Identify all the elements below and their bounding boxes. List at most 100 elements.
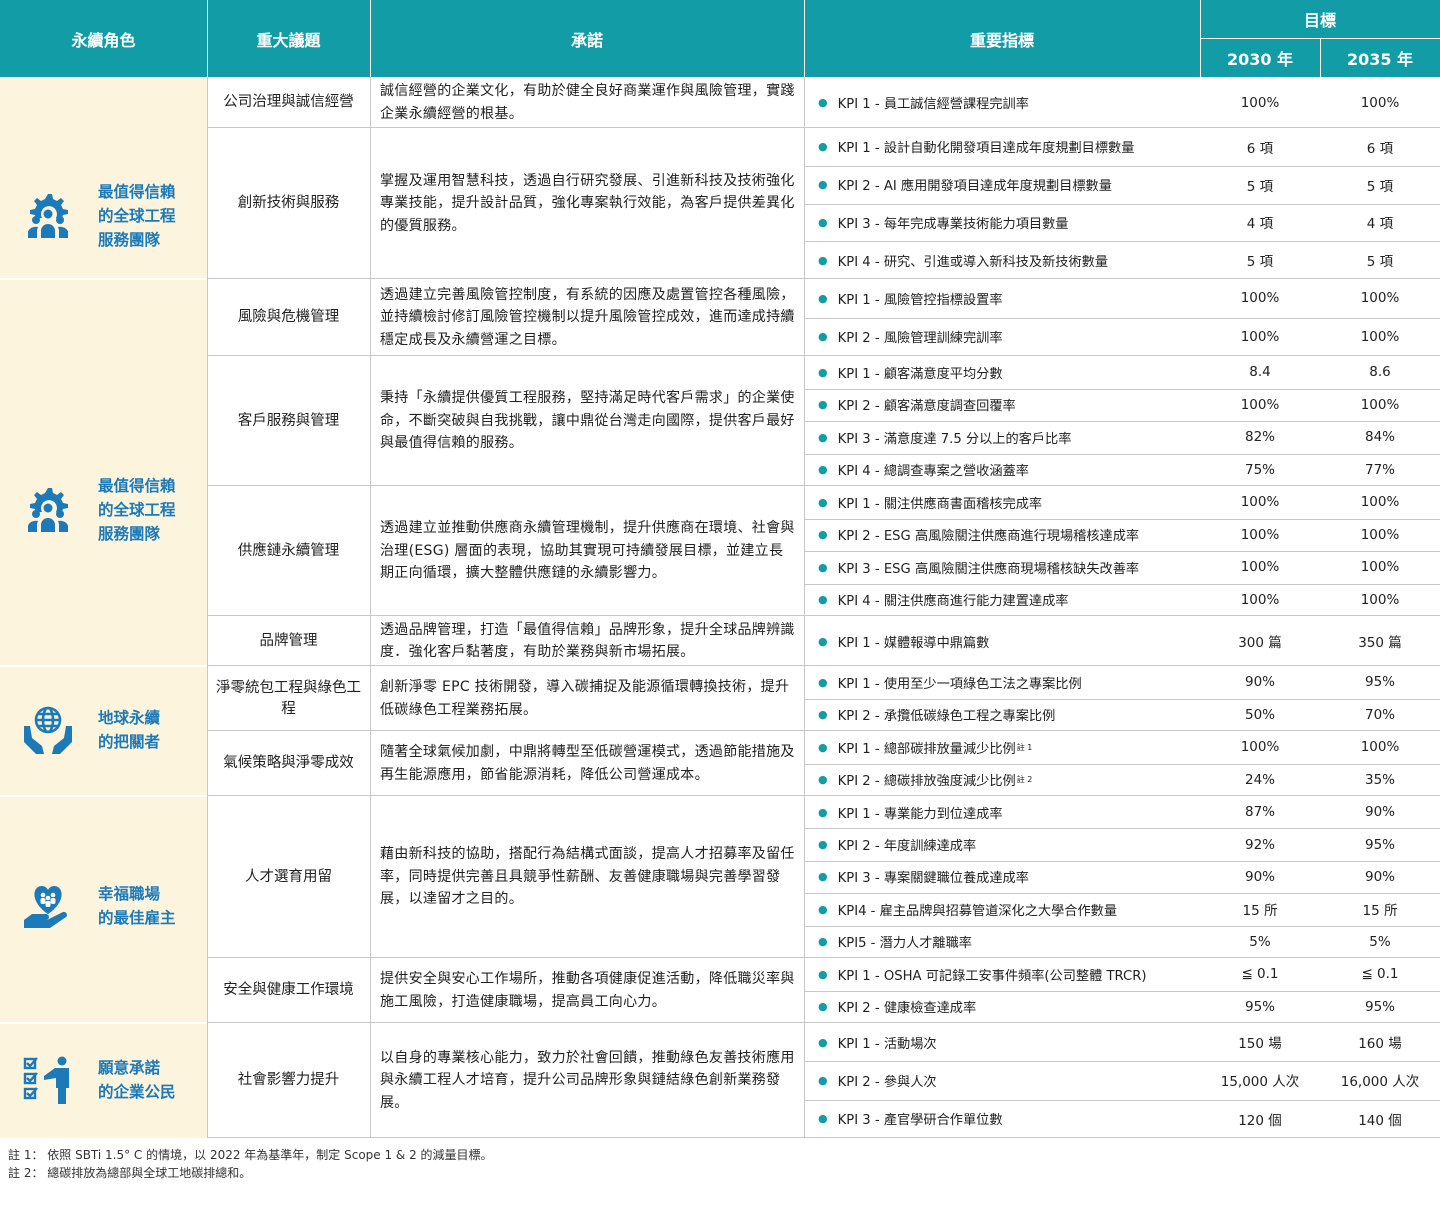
kpi-indicator: ● KPI 3 - 產官學研合作單位數: [804, 1100, 1200, 1138]
kpi-indicator: ● KPI 2 - 顧客滿意度調查回覆率: [804, 389, 1200, 422]
target-2030: 75%: [1244, 461, 1275, 478]
target-2030: 87%: [1244, 804, 1275, 821]
target-2030: 92%: [1244, 836, 1275, 853]
target-2030: 100%: [1240, 739, 1280, 756]
team-gear-icon: [22, 484, 74, 536]
target-2035: 70%: [1364, 706, 1395, 723]
target-2030: 100%: [1240, 290, 1280, 307]
kpi-indicator: ● KPI4 - 雇主品牌與招募管道深化之大學合作數量: [804, 893, 1200, 925]
kpi-indicator: ● KPI 1 - 媒體報導中鼎篇數: [804, 616, 1200, 666]
kpi-indicator: ● KPI 1 - 顧客滿意度平均分數: [804, 356, 1200, 389]
role-cell: [0, 279, 207, 666]
target-2030: 24%: [1244, 771, 1275, 788]
bullet-icon: ●: [818, 253, 828, 267]
role-label-line: 願意承諾: [98, 1059, 161, 1077]
target-2030: 90%: [1244, 674, 1275, 691]
kpi-text: KPI 1 - 活動場次: [837, 1036, 937, 1052]
commitment-text: 透過建立完善風險管控制度，有系統的因應及處置管控各種風險，並持續檢討修訂風險管控…: [380, 286, 795, 348]
kpi-text: KPI 2 - 承攬低碳綠色工程之專案比例: [837, 709, 1056, 725]
kpi-indicator: ● KPI 2 - 總碳排放強度減少比例註 2: [804, 764, 1200, 797]
kpi-indicator: ● KPI 2 - 健康檢查達成率: [804, 991, 1200, 1024]
target-2035: 5 項: [1366, 178, 1394, 195]
kpi-indicator: ● KPI 3 - 專案關鍵職位養成達成率: [804, 861, 1200, 893]
kpi-text: KPI 3 - 產官學研合作單位數: [837, 1113, 1003, 1129]
kpi-text: KPI 1 - 關注供應商書面稽核完成率: [837, 496, 1043, 512]
kpi-indicator: ● KPI 1 - 使用至少一項綠色工法之專案比例: [804, 666, 1200, 699]
header-topic: 重大議題: [207, 0, 370, 77]
bullet-icon: ●: [818, 675, 828, 689]
kpi-indicator: ● KPI 2 - AI 應用開發項目達成年度規劃目標數量: [804, 166, 1200, 204]
bullet-icon: ●: [818, 708, 828, 722]
kpi-text: KPI 2 - 風險管理訓練完訓率: [837, 331, 1003, 347]
role-label-line: 的全球工程: [98, 501, 176, 519]
role-label-line: 最值得信賴: [98, 183, 176, 201]
kpi-indicator: ● KPI 2 - 風險管理訓練完訓率: [804, 318, 1200, 357]
globe-hands-icon: [22, 704, 74, 756]
kpi-indicator: ● KPI 3 - 每年完成專業技術能力項目數量: [804, 204, 1200, 242]
kpi-indicator: ● KPI 2 - 年度訓練達成率: [804, 828, 1200, 860]
target-2035: 5%: [1369, 933, 1391, 950]
kpi-text: KPI 2 - 參與人次: [837, 1074, 937, 1090]
kpi-indicator: ● KPI 1 - 風險管控指標設置率: [804, 279, 1200, 318]
kpi-indicator: ● KPI 1 - 總部碳排放量減少比例註 1: [804, 731, 1200, 764]
target-2030: 8.4: [1249, 364, 1271, 381]
target-2030: 50%: [1244, 706, 1275, 723]
bullet-icon: ●: [818, 593, 828, 607]
commitment-text: 掌握及運用智慧科技，透過自行研究發展、引進新科技及技術強化專業技能，提升設計品質…: [380, 172, 795, 234]
target-2030: 100%: [1240, 328, 1280, 345]
target-2035: ≦ 0.1: [1361, 966, 1399, 983]
target-2030: 4 項: [1246, 216, 1274, 233]
footnote: 註 1： 依照 SBTi 1.5° C 的情境，以 2022 年為基準年，制定 …: [8, 1148, 493, 1162]
target-2035: 8.6: [1369, 364, 1391, 381]
kpi-indicator: ● KPI 1 - 員工誠信經營課程完訓率: [804, 77, 1200, 128]
kpi-footnote-ref: 註 2: [1016, 775, 1033, 785]
target-2035: 100%: [1360, 328, 1400, 345]
header-2030: 2030 年: [1200, 38, 1320, 77]
bullet-icon: ●: [818, 215, 828, 229]
role-label-line: 的把關者: [98, 733, 161, 751]
role-label-line: 最值得信賴: [98, 477, 176, 495]
kpi-indicator: ● KPI 2 - 參與人次: [804, 1061, 1200, 1099]
bullet-icon: ●: [818, 365, 828, 379]
kpi-text: KPI 2 - ESG 高風險關注供應商進行現場稽核達成率: [837, 529, 1140, 545]
target-2030: 5 項: [1246, 254, 1274, 271]
role-label-line: 的企業公民: [98, 1083, 176, 1101]
kpi-indicator: ● KPI 2 - 承攬低碳綠色工程之專案比例: [804, 699, 1200, 732]
kpi-text: KPI 1 - 專業能力到位達成率: [837, 806, 1003, 822]
kpi-indicator: ● KPI 1 - 關注供應商書面稽核完成率: [804, 486, 1200, 519]
kpi-text: KPI 1 - 媒體報導中鼎篇數: [837, 635, 990, 651]
role-label-line: 的全球工程: [98, 207, 176, 225]
topic-name: 客戶服務與管理: [237, 412, 340, 429]
footnote: 註 2： 總碳排放為總部與全球工地碳排總和。: [8, 1166, 252, 1180]
checklist-person-icon: [22, 1054, 74, 1106]
bullet-icon: ●: [818, 1035, 828, 1049]
kpi-text: KPI 4 - 總調查專案之營收涵蓋率: [837, 464, 1029, 480]
bullet-icon: ●: [818, 291, 828, 305]
bullet-icon: ●: [818, 740, 828, 754]
bullet-icon: ●: [818, 805, 828, 819]
target-2035: 77%: [1364, 461, 1395, 478]
target-2030: 95%: [1244, 998, 1275, 1015]
target-2035: 140 個: [1358, 1112, 1402, 1129]
topic-name: 創新技術與服務: [237, 195, 340, 211]
target-2035: 95%: [1364, 836, 1395, 853]
target-2035: 100%: [1360, 559, 1400, 576]
kpi-indicator: ● KPI5 - 潛力人才離職率: [804, 926, 1200, 958]
kpi-text: KPI5 - 潛力人才離職率: [837, 936, 972, 952]
bullet-icon: ●: [818, 967, 828, 981]
kpi-text: KPI 3 - ESG 高風險關注供應商現場稽核缺失改善率: [837, 561, 1140, 577]
kpi-indicator: ● KPI 1 - 專業能力到位達成率: [804, 796, 1200, 828]
topic-name: 淨零統包工程與綠色工程: [216, 679, 361, 717]
role-label: 最值得信賴 的全球工程 服務團隊: [98, 180, 203, 252]
bullet-icon: ●: [818, 838, 828, 852]
bullet-icon: ●: [818, 140, 828, 154]
target-2035: 100%: [1360, 94, 1400, 111]
kpi-indicator: ● KPI 4 - 總調查專案之營收涵蓋率: [804, 454, 1200, 487]
header-target: 目標: [1200, 0, 1440, 38]
target-2030: 100%: [1240, 396, 1280, 413]
target-2030: 5 項: [1246, 178, 1274, 195]
commitment-text: 藉由新科技的協助，搭配行為結構式面談，提高人才招募率及留任率，同時提供完善且具競…: [380, 846, 795, 908]
bullet-icon: ●: [818, 495, 828, 509]
commitment-text: 透過建立並推動供應商永續管理機制，提升供應商在環境、社會與治理(ESG) 層面的…: [380, 520, 795, 582]
topic-name: 品牌管理: [259, 632, 318, 649]
